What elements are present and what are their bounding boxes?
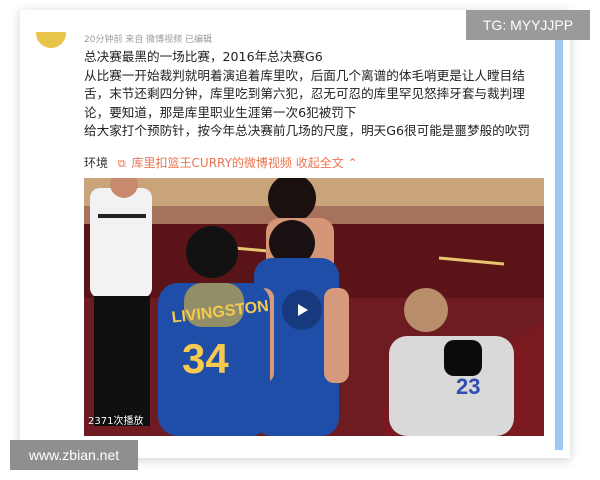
post-line: 论，要知道，那是库里职业生涯第一次6犯被罚下	[84, 104, 357, 120]
post-meta: 20分钟前 来自 微博视频 已编辑	[84, 35, 213, 45]
accent-border	[555, 38, 563, 450]
play-icon	[298, 304, 308, 316]
chevron-up-icon[interactable]: ⌃	[348, 156, 358, 170]
referee-number: 23	[456, 374, 480, 399]
post-last-line: 环境	[84, 156, 109, 170]
post-body: 总决赛最黑的一场比赛，2016年总决赛G6 从比赛一开始裁判就明着演追着库里吹，…	[84, 48, 554, 141]
post-links: 环境 ⧉ 库里扣篮王CURRY的微博视频 收起全文 ⌃	[84, 154, 358, 173]
play-button[interactable]	[282, 290, 322, 330]
collapse-link[interactable]: 收起全文	[296, 156, 344, 170]
tg-watermark: TG: MYYJJPP	[466, 10, 590, 40]
video-link[interactable]: 库里扣篮王CURRY的微博视频	[132, 156, 292, 170]
video-link-icon: ⧉	[117, 157, 126, 170]
post-line: 舌，末节还剩四分钟，库里吃到第六犯，忍无可忍的库里罕见怒摔牙套与裁判理	[84, 86, 525, 102]
play-count: 2371次播放	[88, 416, 144, 427]
site-watermark: www.zbian.net	[10, 440, 138, 470]
post-line: 从比赛一开始裁判就明着演追着库里吹，后面几个离谱的体毛哨更是让人瞠目结	[84, 67, 525, 83]
referee-left	[90, 178, 152, 426]
player-number: 34	[182, 335, 229, 382]
post-line: 总决赛最黑的一场比赛，2016年总决赛G6	[84, 49, 323, 64]
post-line: 给大家打个预防针，按今年总决赛前几场的尺度，明天G6很可能是噩梦般的吹罚	[84, 123, 530, 139]
